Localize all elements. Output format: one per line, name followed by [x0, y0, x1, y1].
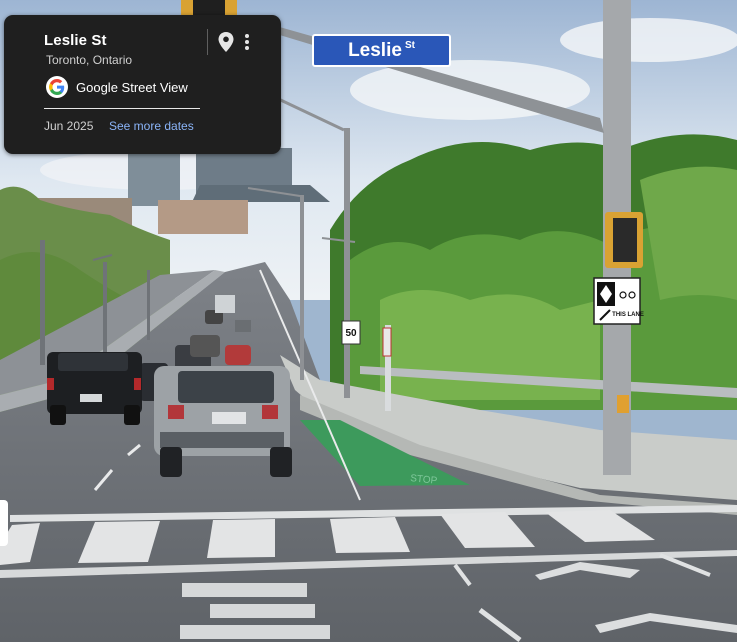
- google-logo-icon: [46, 76, 68, 98]
- tower-building: [128, 150, 180, 206]
- google-street-view-link[interactable]: Google Street View: [46, 76, 188, 98]
- card-divider: [207, 29, 208, 55]
- location-info-card: Leslie St Toronto, Ontario Google Street…: [4, 15, 281, 154]
- street-sign-suffix: St: [404, 40, 415, 51]
- see-more-dates-link[interactable]: See more dates: [109, 119, 194, 133]
- location-title: Leslie St: [44, 32, 107, 49]
- lane-sign-text: THIS LANE: [612, 312, 644, 318]
- location-subtitle: Toronto, Ontario: [46, 53, 133, 67]
- capture-date: Jun 2025: [44, 119, 94, 133]
- street-sign-name: Leslie: [348, 39, 402, 61]
- card-separator: [44, 108, 200, 109]
- side-panel-handle[interactable]: [0, 500, 8, 546]
- more-vertical-icon[interactable]: [240, 31, 254, 53]
- speed-limit-value: 50: [345, 328, 357, 339]
- street-name-sign: Leslie St: [312, 34, 451, 67]
- location-pin-icon[interactable]: [216, 31, 236, 53]
- service-label: Google Street View: [76, 79, 188, 95]
